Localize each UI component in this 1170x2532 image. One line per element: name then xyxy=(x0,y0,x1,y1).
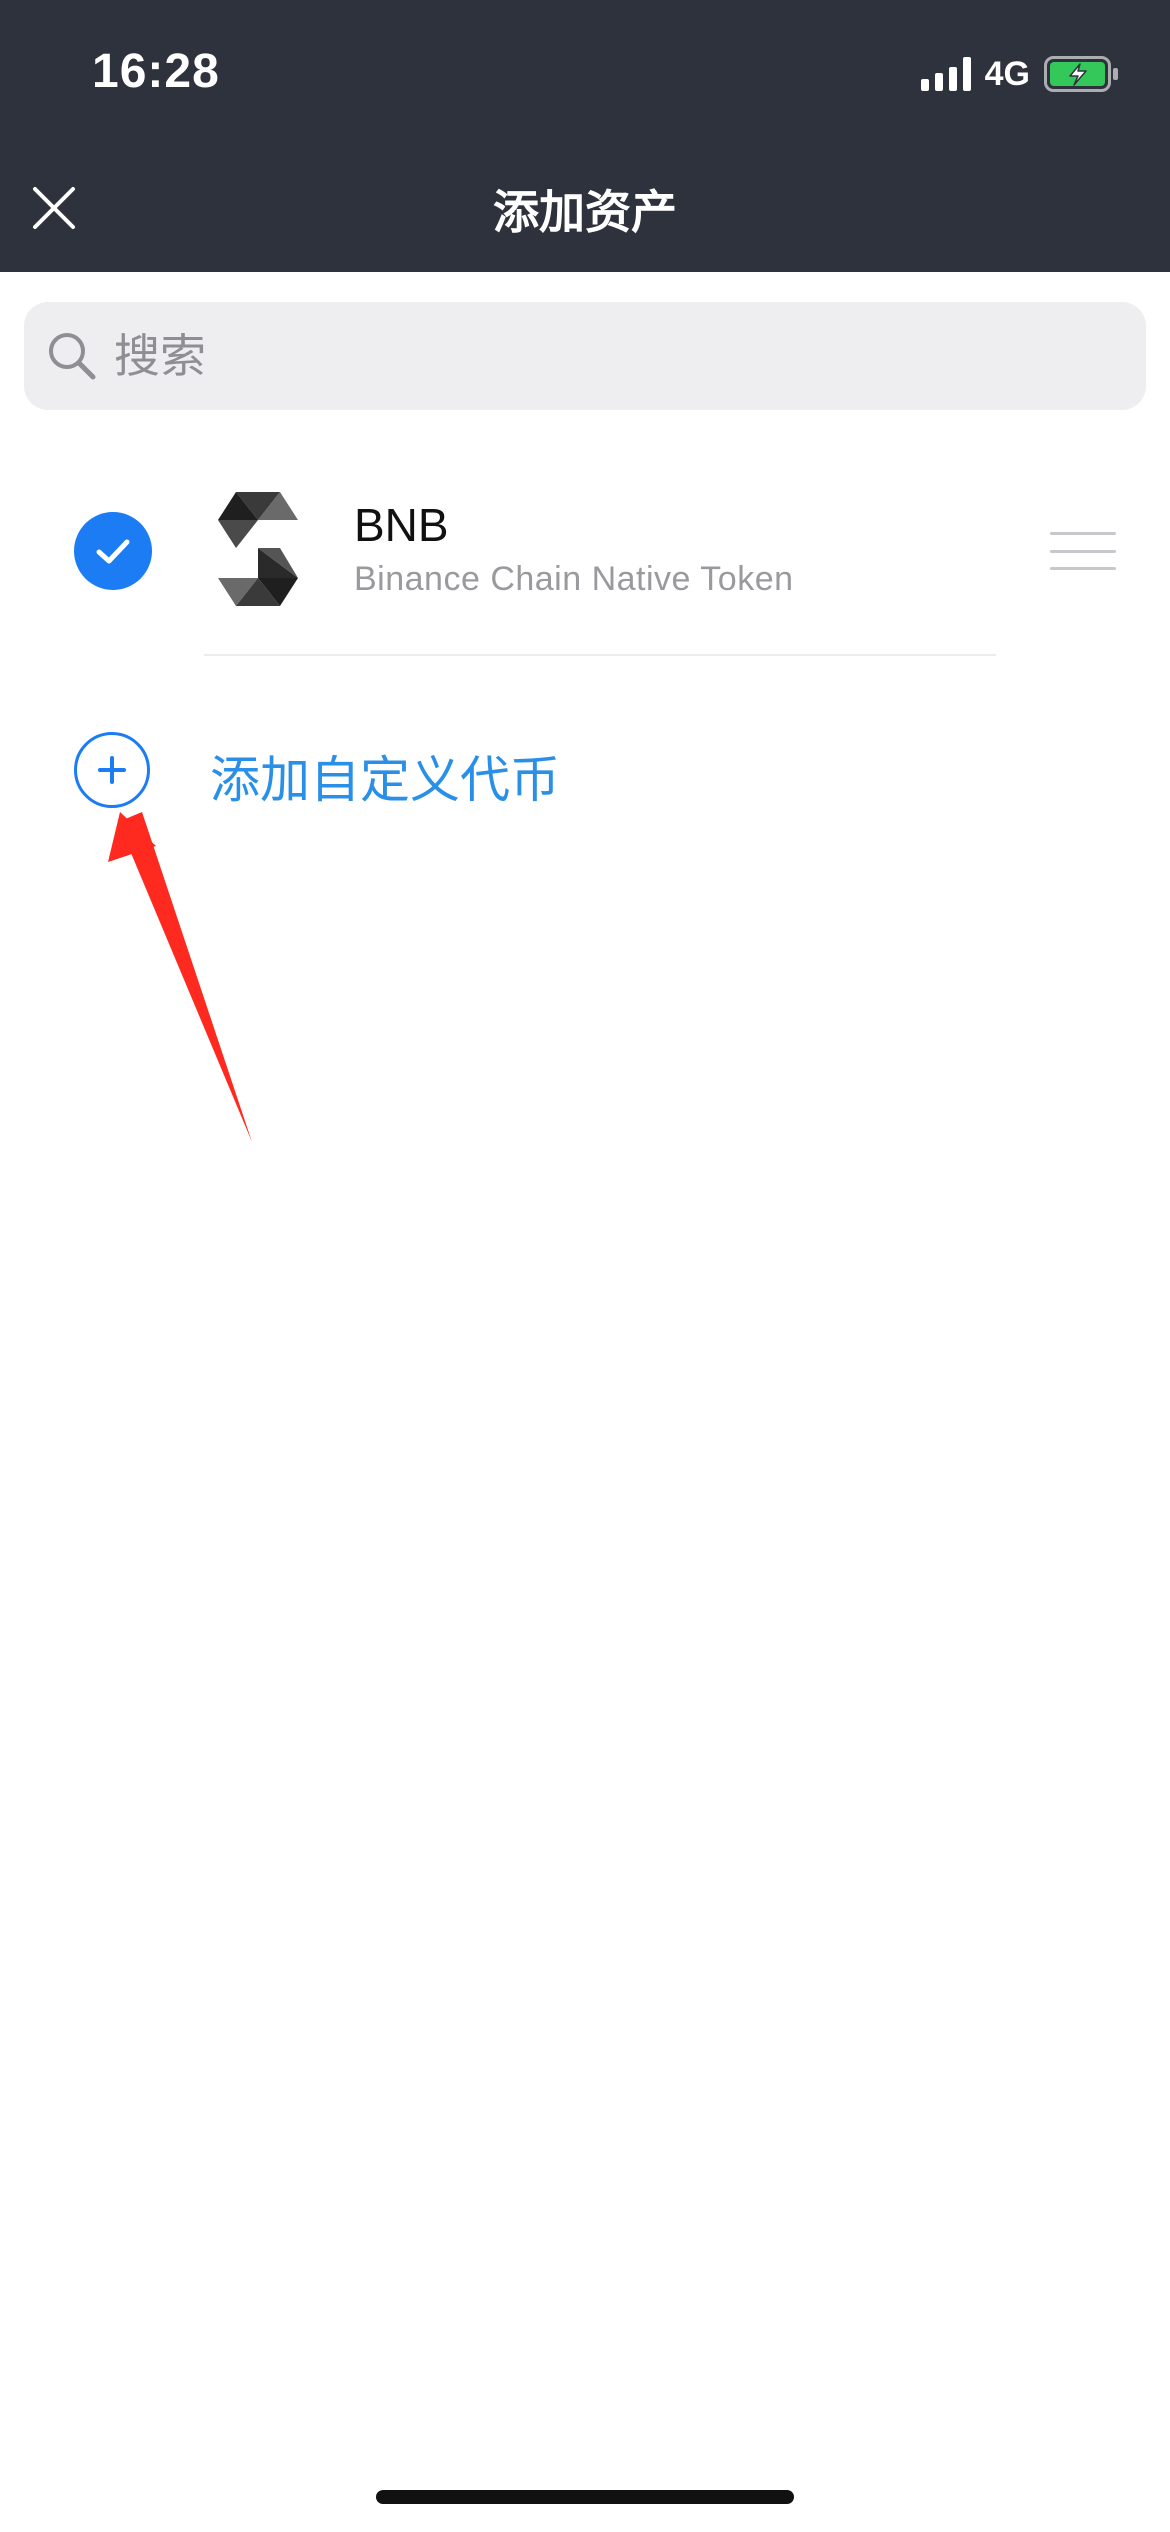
home-indicator[interactable] xyxy=(376,2490,794,2504)
page-title: 添加资产 xyxy=(493,186,677,238)
reorder-handle-icon[interactable] xyxy=(1050,532,1116,570)
add-custom-token-button[interactable]: 添加自定义代币 xyxy=(0,724,700,820)
cellular-signal-icon xyxy=(920,57,971,91)
search-icon xyxy=(46,330,98,382)
token-select-checkbox[interactable] xyxy=(74,512,152,590)
app-header: 16:28 4G 添加资产 xyxy=(0,0,1170,272)
plus-circle-icon xyxy=(74,732,150,808)
status-indicators: 4G xyxy=(920,52,1120,96)
list-divider xyxy=(204,654,996,656)
search-input[interactable] xyxy=(112,328,1016,384)
checkmark-icon xyxy=(96,539,130,564)
token-logo-icon xyxy=(218,490,298,608)
network-type-label: 4G xyxy=(984,54,1030,93)
search-bar[interactable] xyxy=(24,302,1146,410)
token-row-bnb[interactable]: BNB Binance Chain Native Token xyxy=(0,460,1170,640)
token-full-name: Binance Chain Native Token xyxy=(354,560,794,598)
status-time: 16:28 xyxy=(92,45,220,98)
battery-icon xyxy=(1044,56,1120,92)
token-symbol: BNB xyxy=(354,499,449,551)
add-custom-token-label: 添加自定义代币 xyxy=(210,751,560,809)
